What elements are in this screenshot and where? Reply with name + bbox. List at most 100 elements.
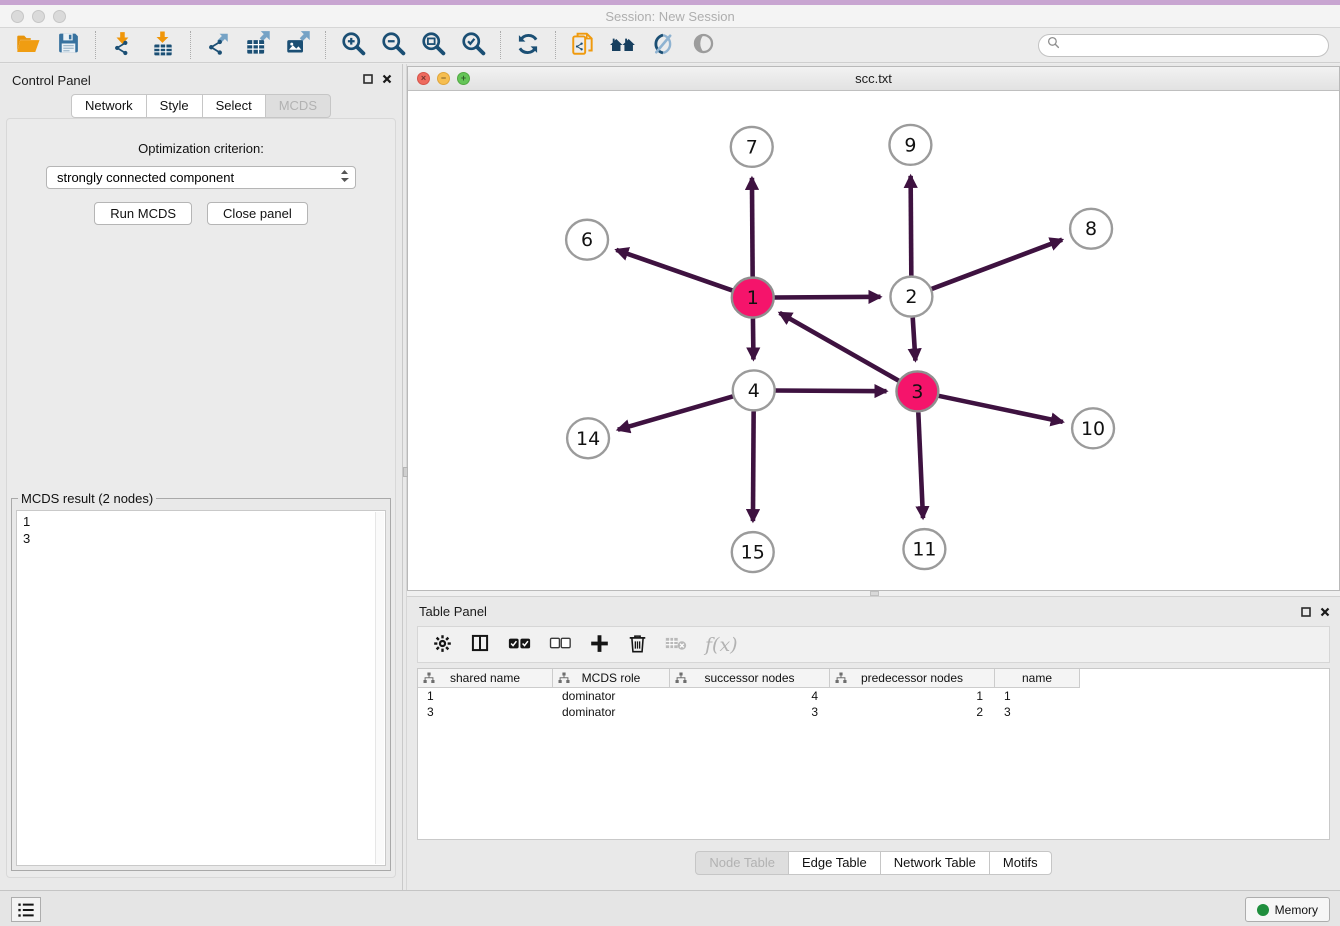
settings-button[interactable] — [433, 634, 452, 656]
search-box[interactable] — [1038, 34, 1329, 57]
table-cell[interactable]: dominator — [553, 704, 670, 720]
table-row[interactable]: 3dominator323 — [418, 704, 1329, 720]
import-network-button[interactable] — [103, 30, 143, 61]
node-2[interactable]: 2 — [890, 277, 932, 317]
node-14[interactable]: 14 — [567, 418, 609, 458]
export-network-button[interactable] — [198, 30, 238, 61]
node-15[interactable]: 15 — [732, 532, 774, 572]
toolbar-separator — [95, 31, 96, 59]
table-cell[interactable]: dominator — [553, 688, 670, 704]
zoom-selected-button[interactable] — [453, 30, 493, 61]
run-mcds-button[interactable]: Run MCDS — [94, 202, 192, 225]
export-image-icon — [285, 30, 312, 60]
import-table-button[interactable] — [143, 30, 183, 61]
table-cell[interactable]: 3 — [418, 704, 553, 720]
mcds-result-title: MCDS result (2 nodes) — [18, 491, 156, 506]
edge-1-2[interactable] — [774, 297, 881, 298]
edge-2-8[interactable] — [931, 240, 1062, 290]
duplicate-network-button[interactable] — [563, 30, 603, 61]
edge-2-9[interactable] — [911, 176, 912, 276]
table-panel-title: Table Panel — [419, 604, 487, 619]
table-cell[interactable]: 2 — [830, 704, 995, 720]
edge-3-1[interactable] — [780, 313, 900, 381]
network-graph[interactable]: 7 9 6 8 1 2 4 3 14 10 15 11 — [408, 91, 1339, 590]
edge-1-7[interactable] — [752, 178, 753, 277]
export-table-button[interactable] — [238, 30, 278, 61]
save-session-button[interactable] — [48, 30, 88, 61]
first-neighbors-button[interactable] — [603, 30, 643, 61]
close-panel-icon[interactable] — [1320, 605, 1330, 620]
node-6[interactable]: 6 — [566, 220, 608, 260]
column-header-name[interactable]: name — [995, 669, 1080, 687]
tab-style[interactable]: Style — [146, 94, 203, 118]
mcds-result-text[interactable]: 13 — [16, 510, 386, 866]
close-panel-button[interactable]: Close panel — [207, 202, 308, 225]
columns-button[interactable] — [470, 633, 490, 656]
export-network-icon — [205, 31, 231, 60]
edge-4-3[interactable] — [775, 390, 887, 391]
tab-motifs[interactable]: Motifs — [989, 851, 1052, 875]
table-cell[interactable]: 4 — [670, 688, 830, 704]
zoom-fit-button[interactable] — [413, 30, 453, 61]
network-canvas[interactable]: 7 9 6 8 1 2 4 3 14 10 15 11 — [408, 91, 1339, 590]
refresh-button[interactable] — [508, 30, 548, 61]
result-scrollbar[interactable] — [375, 512, 384, 864]
node-10[interactable]: 10 — [1072, 408, 1114, 448]
node-1[interactable]: 1 — [732, 278, 774, 318]
criterion-select[interactable]: strongly connected component — [46, 166, 356, 189]
node-3[interactable]: 3 — [896, 371, 938, 411]
select-chevrons-icon — [340, 169, 349, 186]
table-cell[interactable]: 3 — [995, 704, 1080, 720]
edge-4-15[interactable] — [753, 411, 754, 521]
close-panel-icon[interactable] — [382, 72, 392, 87]
table-cell[interactable]: 3 — [670, 704, 830, 720]
tab-node-table[interactable]: Node Table — [695, 851, 789, 875]
tab-network[interactable]: Network — [71, 94, 147, 118]
delete-button[interactable] — [628, 633, 647, 657]
edge-3-11[interactable] — [918, 412, 923, 518]
column-header-MCDS-role[interactable]: MCDS role — [553, 669, 670, 687]
zoom-in-button[interactable] — [333, 30, 373, 61]
node-8[interactable]: 8 — [1070, 209, 1112, 249]
float-panel-icon[interactable] — [363, 72, 373, 87]
select-all-button[interactable] — [508, 636, 531, 654]
mcds-result-group: MCDS result (2 nodes) 13 — [11, 491, 391, 871]
tab-select[interactable]: Select — [202, 94, 266, 118]
hide-selected-button[interactable] — [643, 30, 683, 61]
export-image-button[interactable] — [278, 30, 318, 61]
float-panel-icon[interactable] — [1301, 605, 1311, 620]
table-cell[interactable]: 1 — [418, 688, 553, 704]
tab-mcds[interactable]: MCDS — [265, 94, 331, 118]
delete-table-button[interactable] — [665, 635, 687, 654]
add-button[interactable] — [589, 633, 610, 657]
edge-4-14[interactable] — [618, 396, 734, 430]
edge-3-10[interactable] — [938, 396, 1063, 422]
node-9[interactable]: 9 — [889, 125, 931, 165]
zoom-out-button[interactable] — [373, 30, 413, 61]
status-bar: Memory — [0, 890, 1340, 926]
control-panel-header: Control Panel — [0, 64, 402, 94]
toolbar-separator — [500, 31, 501, 59]
open-session-button[interactable] — [8, 30, 48, 61]
node-11[interactable]: 11 — [903, 529, 945, 569]
node-4[interactable]: 4 — [733, 370, 775, 410]
table-cell[interactable]: 1 — [995, 688, 1080, 704]
column-header-successor-nodes[interactable]: successor nodes — [670, 669, 830, 687]
memory-status-dot — [1257, 904, 1269, 916]
deselect-all-button[interactable] — [549, 636, 571, 653]
table-cell[interactable]: 1 — [830, 688, 995, 704]
tab-network-table[interactable]: Network Table — [880, 851, 990, 875]
table-row[interactable]: 1dominator411 — [418, 688, 1329, 704]
memory-button[interactable]: Memory — [1245, 897, 1330, 922]
function-button[interactable]: f(x) — [705, 634, 738, 656]
task-history-button[interactable] — [11, 897, 41, 922]
show-hidden-button[interactable] — [683, 30, 723, 61]
hide-selected-icon — [650, 31, 676, 60]
column-header-predecessor-nodes[interactable]: predecessor nodes — [830, 669, 995, 687]
edge-1-6[interactable] — [616, 250, 733, 291]
edge-2-3[interactable] — [913, 318, 916, 361]
column-header-shared-name[interactable]: shared name — [418, 669, 553, 687]
node-7[interactable]: 7 — [731, 127, 773, 167]
tab-edge-table[interactable]: Edge Table — [788, 851, 881, 875]
search-input[interactable] — [1065, 38, 1320, 52]
